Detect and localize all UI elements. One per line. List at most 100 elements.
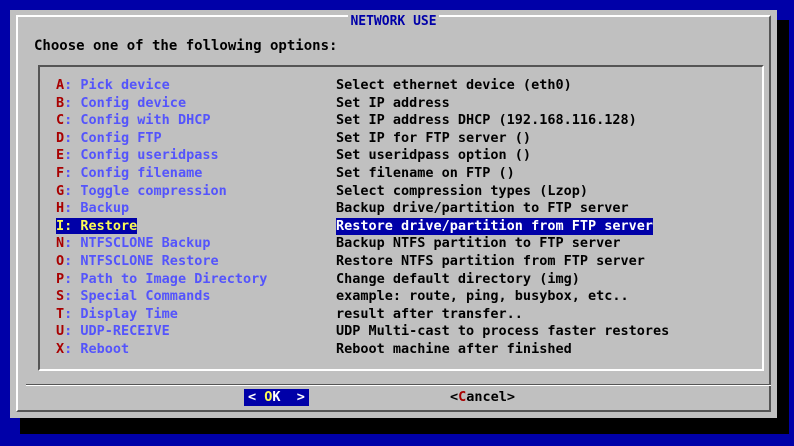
menu-item-keylabel: P: Path to Image Directory	[56, 271, 267, 287]
menu-item-keylabel: O: NTFSCLONE Restore	[56, 253, 219, 269]
menu-item-separator: :	[64, 217, 81, 234]
menu-item-hotkey: A	[56, 77, 65, 93]
menu-item-display-time[interactable]: T: Display Time result after transfer..	[56, 306, 523, 324]
cancel-button-rest: ancel	[466, 389, 507, 405]
menu-item-keylabel: G: Toggle compression	[56, 183, 227, 199]
menu-item-description: Set IP address DHCP (192.168.116.128)	[336, 112, 637, 129]
menu-item-separator: :	[64, 305, 81, 322]
menu-item-reboot[interactable]: X: Reboot Reboot machine after finished	[56, 341, 572, 359]
button-separator	[26, 384, 771, 386]
menu-item-keylabel: S: Special Commands	[56, 288, 210, 304]
menu-item-hotkey: G	[56, 182, 65, 199]
menu-item-description: Set IP address	[336, 94, 450, 111]
menu-item-label: Config FTP	[80, 129, 162, 146]
menu-item-description: Reboot machine after finished	[336, 341, 572, 357]
menu-item-keylabel: E: Config useridpass	[56, 147, 219, 163]
menu-item-separator: :	[64, 323, 81, 340]
menu-item-toggle-compression[interactable]: G: Toggle compression Select compression …	[56, 183, 588, 201]
menu-item-keylabel: H: Backup	[56, 200, 129, 216]
menu-item-hotkey: O	[56, 253, 65, 269]
menu-item-description: Backup NTFS partition to FTP server	[336, 235, 621, 252]
menu-item-description: Set IP for FTP server ()	[336, 129, 532, 146]
menu-item-hotkey: B	[56, 94, 65, 111]
menu-item-config-useridpass[interactable]: E: Config useridpass Set useridpass optio…	[56, 147, 531, 165]
menu-item-separator: :	[64, 270, 81, 287]
menu-item-description: Restore drive/partition from FTP server	[336, 217, 653, 236]
menu-item-ntfsclone-restore[interactable]: O: NTFSCLONE Restore Restore NTFS partiti…	[56, 253, 645, 271]
menu-item-label: Path to Image Directory	[80, 270, 268, 287]
menu-item-config-device[interactable]: B: Config device Set IP address	[56, 95, 450, 113]
menu-item-separator: :	[64, 235, 81, 252]
menu-item-hotkey: X	[56, 341, 65, 357]
menu-item-description: UDP Multi-cast to process faster restore…	[336, 323, 670, 340]
menu-item-hotkey: H	[56, 200, 65, 217]
menu-item-separator: :	[64, 77, 81, 93]
menu-item-hotkey: D	[56, 129, 65, 146]
menu-item-label: Special Commands	[80, 288, 211, 305]
menu-item-hotkey: S	[56, 288, 65, 305]
menu-item-separator: :	[64, 94, 81, 111]
menu-item-description: Set useridpass option ()	[336, 147, 532, 164]
menu-item-separator: :	[64, 112, 81, 129]
menu-item-separator: :	[64, 129, 81, 146]
cancel-button[interactable]: <Cancel>	[450, 389, 515, 406]
menu-item-hotkey: I	[56, 217, 65, 234]
menu-item-description: result after transfer..	[336, 305, 523, 322]
menu-item-label: UDP-RECEIVE	[80, 323, 170, 340]
menu-item-separator: :	[64, 165, 81, 181]
menu-item-separator: :	[64, 341, 81, 357]
menu-item-keylabel: F: Config filename	[56, 165, 202, 181]
menu-item-hotkey: T	[56, 305, 65, 322]
ok-button-rest: K	[272, 389, 281, 405]
menu-item-label: NTFSCLONE Backup	[80, 235, 211, 252]
menu-item-path-to-image-directory[interactable]: P: Path to Image Directory Change default…	[56, 271, 580, 289]
menu-item-label: Pick device	[80, 77, 170, 93]
ok-button[interactable]: < OK >	[244, 389, 309, 406]
menu-item-udp-receive[interactable]: U: UDP-RECEIVE UDP Multi-cast to process …	[56, 323, 669, 341]
menu-item-description: example: route, ping, busybox, etc..	[336, 288, 629, 305]
menu-item-separator: :	[64, 200, 81, 217]
dialog-shadow-bottom	[20, 418, 789, 434]
ok-button-right: >	[280, 389, 305, 405]
menu-item-pick-device[interactable]: A: Pick device Select ethernet device (et…	[56, 77, 572, 95]
menu-item-label: Display Time	[80, 305, 178, 322]
menu-item-restore[interactable]: I: Restore Restore drive/partition from F…	[56, 217, 653, 236]
menu-item-hotkey: N	[56, 235, 65, 252]
menu-item-config-ftp[interactable]: D: Config FTP Set IP for FTP server ()	[56, 129, 531, 148]
menu-item-hotkey: F	[56, 165, 65, 181]
network-use-dialog: NETWORK USE Choose one of the following …	[10, 10, 777, 418]
menu-item-keylabel: A: Pick device	[56, 77, 170, 93]
menu-item-label: Config device	[80, 94, 187, 111]
menu-item-description: Backup drive/partition to FTP server	[336, 200, 629, 217]
cancel-button-left: <	[450, 389, 459, 405]
menu-item-keylabel: T: Display Time	[56, 306, 178, 322]
menu-item-description: Select ethernet device (eth0)	[336, 77, 572, 93]
menu-item-separator: :	[64, 253, 81, 269]
dialog-frame: NETWORK USE Choose one of the following …	[16, 14, 771, 412]
menu-item-ntfsclone-backup[interactable]: N: NTFSCLONE Backup Backup NTFS partition…	[56, 235, 620, 253]
menu-item-description: Select compression types (Lzop)	[336, 182, 588, 199]
cancel-button-right: >	[506, 389, 516, 405]
menu-item-hotkey: P	[56, 270, 65, 287]
menu-item-keylabel: N: NTFSCLONE Backup	[56, 235, 210, 251]
menu-item-description: Set filename on FTP ()	[336, 165, 515, 181]
menu-item-separator: :	[64, 182, 81, 199]
menu-item-label: Reboot	[80, 341, 130, 357]
ok-button-left: <	[248, 389, 265, 405]
menu-item-config-with-dhcp[interactable]: C: Config with DHCP Set IP address DHCP (…	[56, 112, 637, 130]
menu-item-hotkey: E	[56, 147, 65, 164]
menu-item-separator: :	[64, 288, 81, 305]
menu-item-special-commands[interactable]: S: Special Commands example: route, ping,…	[56, 288, 629, 306]
menu-item-backup[interactable]: H: Backup Backup drive/partition to FTP s…	[56, 200, 629, 218]
menu-item-label: Toggle compression	[80, 182, 227, 199]
menu-item-separator: :	[64, 147, 81, 164]
options-menu: A: Pick device Select ethernet device (et…	[38, 65, 764, 371]
menu-item-description: Change default directory (img)	[336, 270, 580, 287]
menu-item-config-filename[interactable]: F: Config filename Set filename on FTP ()	[56, 165, 515, 183]
menu-item-keylabel: B: Config device	[56, 95, 186, 111]
menu-item-keylabel: I: Restore	[56, 217, 138, 234]
menu-item-hotkey: C	[56, 112, 65, 129]
menu-item-label: Config filename	[80, 165, 203, 181]
menu-item-keylabel: X: Reboot	[56, 341, 129, 357]
dialog-title: NETWORK USE	[348, 14, 439, 29]
